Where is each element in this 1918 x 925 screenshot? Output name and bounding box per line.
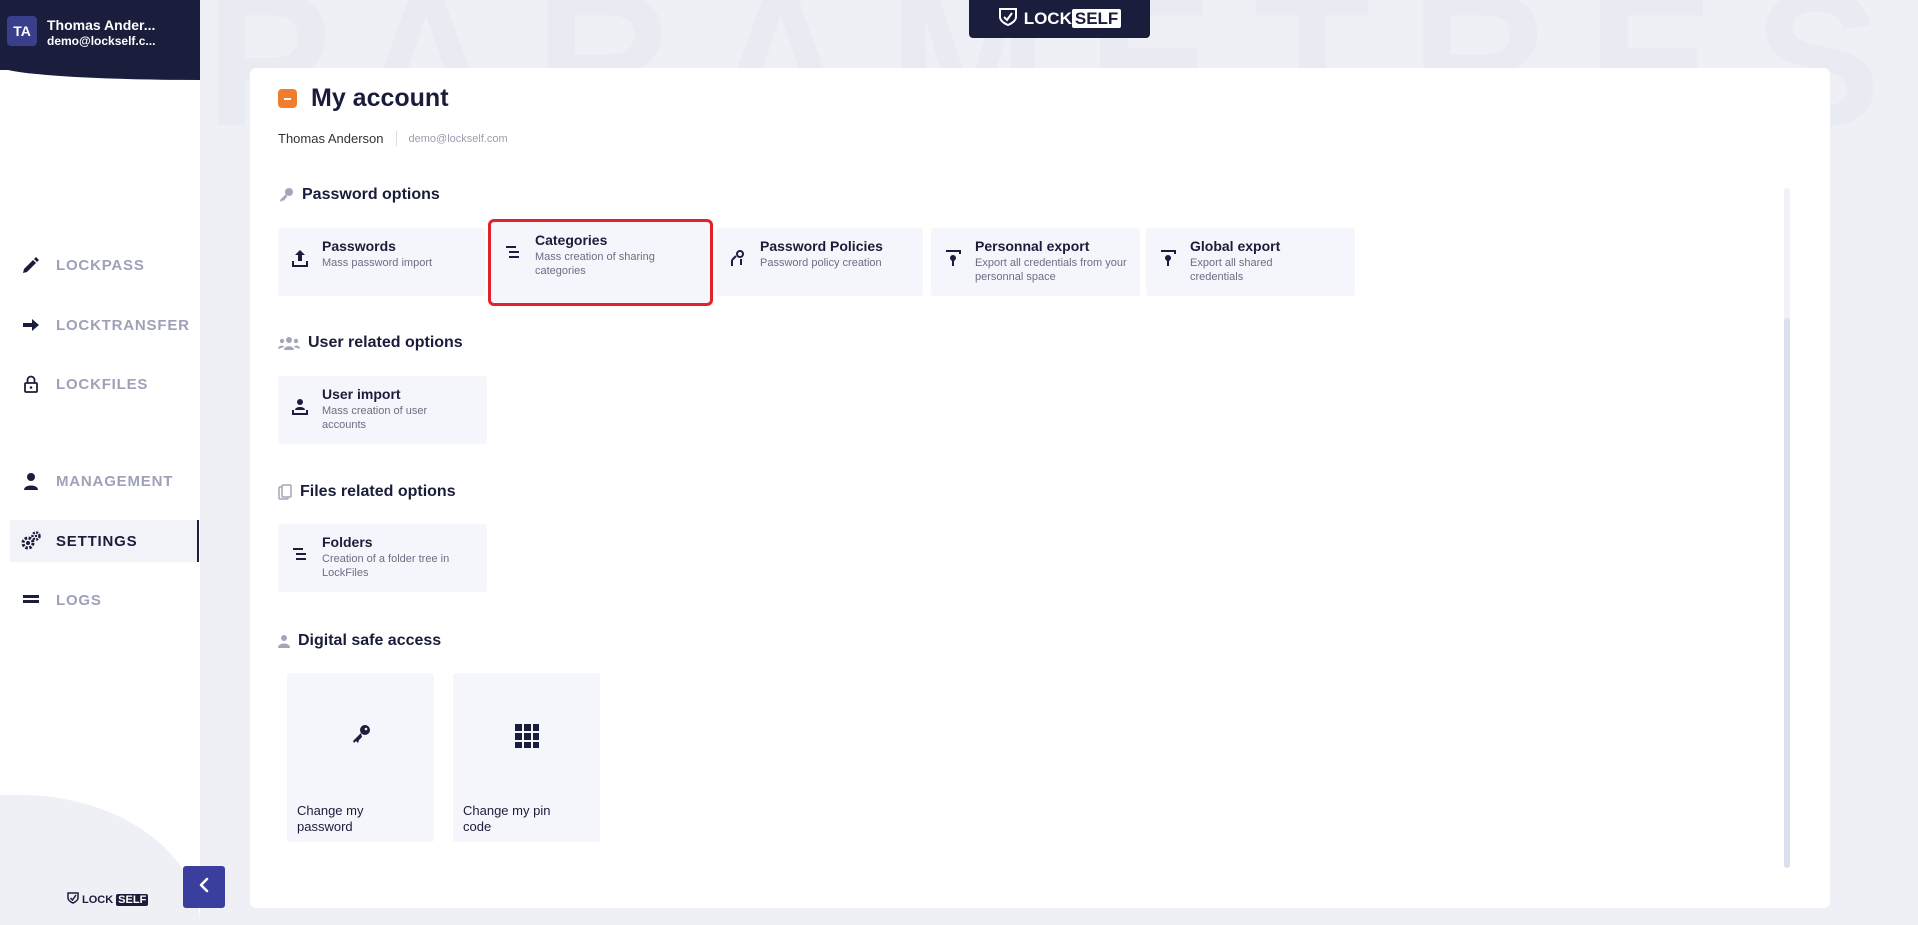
section-password-options: Password options (278, 186, 440, 204)
users-icon (278, 335, 300, 351)
sidebar-item-label: LOCKPASS (56, 256, 145, 274)
shield-logo-icon (67, 892, 79, 907)
brand-lock-text: LOCK (1023, 9, 1072, 28)
top-brand-logo: LOCK SELF (969, 0, 1150, 38)
files-icon (278, 484, 292, 500)
scrollbar-thumb[interactable] (1784, 318, 1790, 868)
logo-lock-text: LOCK (82, 893, 114, 906)
title-marker-icon (278, 89, 297, 108)
option-label: Passwords (322, 238, 396, 254)
section-title: Password options (302, 186, 440, 203)
card-label: Change my password (297, 803, 364, 834)
key-icon (287, 723, 434, 745)
pen-icon (20, 254, 42, 276)
sidebar-item-label: SETTINGS (56, 532, 138, 550)
sidebar-item-label: LOCKFILES (56, 375, 149, 393)
section-title: User related options (308, 334, 463, 351)
account-subline: Thomas Anderson demo@lockself.com (278, 131, 508, 146)
option-passwords[interactable]: Passwords Mass password import (278, 228, 485, 296)
sidebar: TA Thomas Ander... demo@lockself.c... LO… (0, 0, 200, 925)
page-title: My account (311, 84, 449, 112)
option-password-policies[interactable]: Password Policies Password policy creati… (716, 228, 923, 296)
section-digital-safe: Digital safe access (278, 632, 441, 650)
option-label: Personnal export (975, 238, 1090, 254)
option-personnal-export[interactable]: Personnal export Export all credentials … (931, 228, 1140, 296)
sidebar-item-locktransfer[interactable]: LOCKTRANSFER (10, 304, 199, 346)
change-password-card[interactable]: Change my password (287, 673, 434, 842)
option-label: Categories (535, 232, 608, 248)
tree-list-icon (501, 240, 525, 264)
sidebar-item-lockpass[interactable]: LOCKPASS (10, 244, 199, 286)
avatar: TA (7, 16, 37, 46)
user-header[interactable]: TA Thomas Ander... demo@lockself.c... (0, 0, 200, 80)
chevron-left-icon (195, 876, 213, 899)
sidebar-item-management[interactable]: MANAGEMENT (10, 460, 199, 502)
option-folders[interactable]: Folders Creation of a folder tree in Loc… (278, 524, 487, 592)
card-label: Change my pin code (463, 803, 551, 834)
scrollbar-track[interactable] (1784, 188, 1790, 868)
option-label: Password Policies (760, 238, 883, 254)
export-key-icon (1156, 246, 1180, 270)
option-categories[interactable]: Categories Mass creation of sharing cate… (488, 219, 713, 306)
section-title: Digital safe access (298, 632, 442, 649)
option-desc: Mass creation of sharing categories (535, 251, 655, 277)
logo-self-text: SELF (116, 893, 149, 906)
collapse-sidebar-button[interactable] (183, 866, 225, 908)
account-email: demo@lockself.com (408, 132, 508, 145)
sidebar-item-label: MANAGEMENT (56, 472, 174, 490)
sidebar-item-lockfiles[interactable]: LOCKFILES (10, 363, 199, 405)
lock-icon (20, 373, 42, 395)
option-desc: Export all shared credentials (1190, 257, 1273, 283)
user-icon (20, 470, 42, 492)
shield-logo-icon (998, 7, 1018, 32)
sidebar-item-logs[interactable]: LOGS (10, 579, 199, 621)
title-row: My account (278, 84, 449, 113)
keypad-icon (453, 723, 600, 749)
option-desc: Export all credentials from your personn… (975, 257, 1127, 283)
change-pin-card[interactable]: Change my pin code (453, 673, 600, 842)
option-user-import[interactable]: User import Mass creation of user accoun… (278, 376, 487, 444)
section-user-options: User related options (278, 334, 463, 352)
user-name: Thomas Ander... (47, 17, 156, 33)
option-label: Global export (1190, 238, 1281, 254)
option-desc: Mass password import (322, 257, 433, 269)
sidebar-item-label: LOGS (56, 591, 102, 609)
gears-icon (20, 530, 42, 552)
section-files-options: Files related options (278, 483, 456, 501)
user-email: demo@lockself.c... (47, 34, 156, 48)
sidebar-item-settings[interactable]: SETTINGS (10, 520, 199, 562)
sidebar-logo: LOCK SELF (67, 892, 149, 907)
brand-self-text: SELF (1071, 9, 1122, 28)
section-title: Files related options (300, 483, 456, 500)
upload-icon (288, 246, 312, 270)
sidebar-item-label: LOCKTRANSFER (56, 316, 190, 334)
tree-list-icon (288, 542, 312, 566)
user-import-icon (288, 394, 312, 418)
option-desc: Password policy creation (760, 257, 882, 269)
account-name: Thomas Anderson (278, 131, 397, 146)
option-label: User import (322, 386, 401, 402)
option-global-export[interactable]: Global export Export all shared credenti… (1146, 228, 1355, 296)
option-desc: Mass creation of user accounts (322, 405, 428, 431)
policy-icon (726, 246, 750, 270)
main-card: My account Thomas Anderson demo@lockself… (250, 68, 1830, 908)
person-icon (278, 633, 290, 649)
bars-icon (20, 589, 42, 611)
key-icon (278, 187, 294, 203)
option-desc: Creation of a folder tree in LockFiles (322, 553, 450, 579)
arrow-right-icon (20, 314, 42, 336)
option-label: Folders (322, 534, 373, 550)
export-key-icon (941, 246, 965, 270)
